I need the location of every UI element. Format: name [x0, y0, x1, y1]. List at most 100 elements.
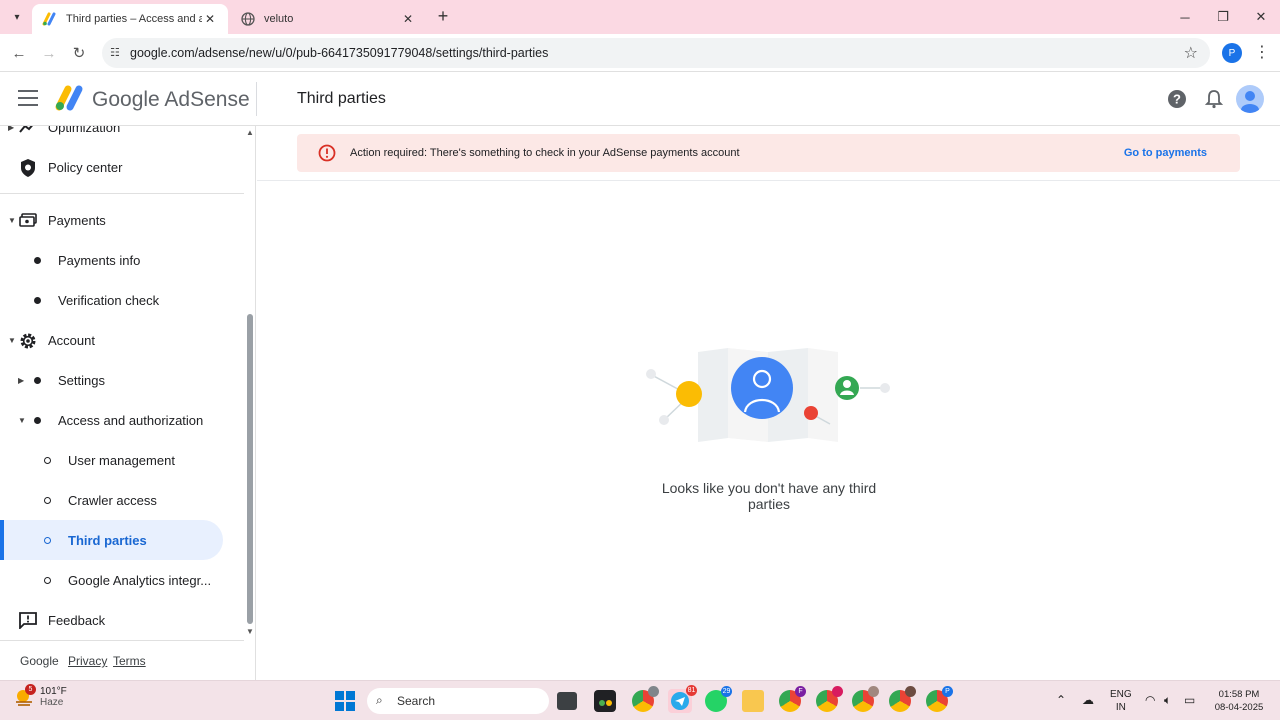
go-to-payments-link[interactable]: Go to payments [1124, 147, 1207, 159]
notifications-bell-icon[interactable] [1203, 88, 1225, 110]
privacy-link[interactable]: Privacy [68, 654, 107, 668]
task-view-icon[interactable] [557, 692, 577, 710]
sidebar-item-label: Policy center [48, 159, 123, 175]
chrome-profile-4-icon[interactable] [889, 686, 916, 712]
region-text: IN [1115, 702, 1126, 713]
minimize-icon[interactable]: ─ [1166, 0, 1204, 34]
volume-icon[interactable]: 🔈︎ [1164, 693, 1171, 708]
sidebar-item-account[interactable]: ▼ Account [0, 320, 244, 360]
windows-start-icon[interactable] [335, 691, 355, 711]
browser-toolbar: ← → ↻ ☷ google.com/adsense/new/u/0/pub-6… [0, 34, 1280, 72]
chrome-profile-badge [832, 686, 843, 697]
browser-profile-avatar[interactable]: P [1222, 43, 1242, 63]
help-icon[interactable]: ? [1166, 88, 1188, 110]
sidebar-item-google-analytics-integration[interactable]: Google Analytics integr... [0, 560, 244, 600]
weather-badge: 5 [25, 684, 36, 695]
weather-widget[interactable]: 5 101°F Haze [14, 684, 67, 708]
tab-third-parties[interactable]: Third parties – Access and auth ✕ [32, 4, 228, 34]
bullet-icon [34, 416, 41, 424]
camera-app-icon[interactable] [594, 690, 616, 712]
bullet-icon [34, 376, 41, 384]
terms-link[interactable]: Terms [113, 654, 146, 668]
file-explorer-icon[interactable] [742, 690, 764, 712]
sidebar-item-payments[interactable]: ▼ Payments [0, 200, 244, 240]
sidebar-item-label: Account [48, 332, 95, 348]
onedrive-cloud-icon[interactable]: ☁ [1082, 693, 1094, 707]
sidebar-divider [0, 193, 244, 194]
sidebar-item-payments-info[interactable]: Payments info [0, 240, 244, 280]
browser-tabstrip: ▾ Third parties – Access and auth ✕ velu… [0, 0, 1280, 34]
chrome-icon[interactable] [632, 686, 659, 712]
tab-title: veluto [264, 13, 294, 25]
bookmark-star-icon[interactable]: ☆ [1184, 43, 1198, 63]
show-hidden-icons-chevron-icon[interactable]: ⌃ [1056, 693, 1066, 707]
sidebar-item-label: Crawler access [68, 492, 157, 508]
forward-icon[interactable]: → [38, 42, 60, 64]
sidebar-scrollbar[interactable]: ▲ ▼ [244, 126, 255, 640]
browser-menu-icon[interactable]: ⋮ [1254, 42, 1270, 62]
sidebar-item-optimization[interactable]: ▶ Optimization [0, 126, 244, 147]
address-bar[interactable]: ☷ google.com/adsense/new/u/0/pub-6641735… [102, 38, 1210, 68]
site-info-icon[interactable]: ☷ [110, 46, 120, 59]
ring-bullet-icon [44, 536, 51, 544]
ring-bullet-icon [44, 496, 51, 504]
chrome-profile-p-icon[interactable]: P [926, 686, 953, 712]
search-icon: ⌕ [376, 693, 383, 707]
chrome-profile-f-icon[interactable]: F [779, 686, 806, 712]
sidebar-item-label: Feedback [48, 612, 106, 628]
taskbar: 5 101°F Haze ⌕ Search 81 29 F P ⌃ ☁ ENG … [0, 680, 1280, 720]
adsense-logo-icon [55, 85, 83, 111]
language-text: ENG [1110, 689, 1132, 700]
tab-veluto[interactable]: veluto ✕ [230, 4, 426, 34]
language-indicator[interactable]: ENG IN [1110, 688, 1132, 714]
wifi-icon[interactable]: ◠ [1145, 693, 1155, 707]
brand-name: Google AdSense [92, 88, 250, 111]
restore-icon[interactable]: ❐ [1204, 0, 1242, 34]
sidebar: ▶ Optimization Policy center ▼ Payments … [0, 126, 256, 680]
chrome-profile-3-icon[interactable] [852, 686, 879, 712]
sidebar-footer: Google Privacy Terms [0, 640, 244, 680]
telegram-icon[interactable]: 81 [668, 685, 697, 713]
sidebar-item-label: Payments info [58, 252, 141, 268]
shield-icon [21, 159, 35, 177]
taskbar-search[interactable]: ⌕ Search [367, 688, 549, 714]
ring-bullet-icon [44, 456, 51, 464]
battery-icon[interactable]: ▭ [1184, 693, 1195, 707]
reload-icon[interactable]: ↻ [68, 42, 90, 64]
chrome-badge: P [942, 686, 953, 697]
sidebar-item-policy-center[interactable]: Policy center [0, 147, 244, 187]
sidebar-item-settings[interactable]: ▶ Settings [0, 360, 244, 400]
sidebar-item-verification-check[interactable]: Verification check [0, 280, 244, 320]
system-clock[interactable]: 01:58 PM 08-04-2025 [1206, 688, 1272, 714]
caret-right-icon: ▶ [18, 375, 25, 385]
menu-icon[interactable] [18, 90, 38, 106]
chrome-profile-badge [868, 686, 879, 697]
chrome-profile-2-icon[interactable] [816, 686, 843, 712]
payments-icon [19, 213, 37, 227]
scroll-up-icon[interactable]: ▲ [246, 128, 254, 137]
scroll-down-icon[interactable]: ▼ [246, 627, 254, 636]
sidebar-item-third-parties[interactable]: Third parties [0, 520, 223, 560]
sidebar-item-label: Verification check [58, 292, 160, 308]
url-text: google.com/adsense/new/u/0/pub-664173509… [130, 46, 549, 60]
scroll-thumb[interactable] [247, 314, 253, 624]
sidebar-item-feedback[interactable]: Feedback [0, 600, 244, 640]
back-icon[interactable]: ← [8, 42, 30, 64]
weather-haze-icon: 5 [14, 684, 36, 707]
sidebar-item-user-management[interactable]: User management [0, 440, 244, 480]
action-required-alert: Action required: There's something to ch… [297, 134, 1240, 172]
sidebar-item-access-and-authorization[interactable]: ▼ Access and authorization [0, 400, 244, 440]
sidebar-item-crawler-access[interactable]: Crawler access [0, 480, 244, 520]
tab-search-dropdown[interactable]: ▾ [6, 7, 28, 27]
sidebar-item-label: Third parties [68, 532, 147, 548]
new-tab-button[interactable]: + [432, 6, 454, 28]
tab-title: Third parties – Access and auth [66, 13, 202, 25]
whatsapp-icon[interactable]: 29 [705, 686, 732, 712]
empty-state-illustration [646, 348, 890, 442]
sidebar-item-label: Google Analytics integr... [68, 572, 212, 588]
close-window-icon[interactable]: ✕ [1242, 0, 1280, 34]
account-avatar[interactable] [1236, 85, 1264, 113]
svg-text:?: ? [1173, 92, 1181, 107]
close-tab-icon[interactable]: ✕ [400, 12, 416, 26]
close-tab-icon[interactable]: ✕ [202, 12, 218, 26]
